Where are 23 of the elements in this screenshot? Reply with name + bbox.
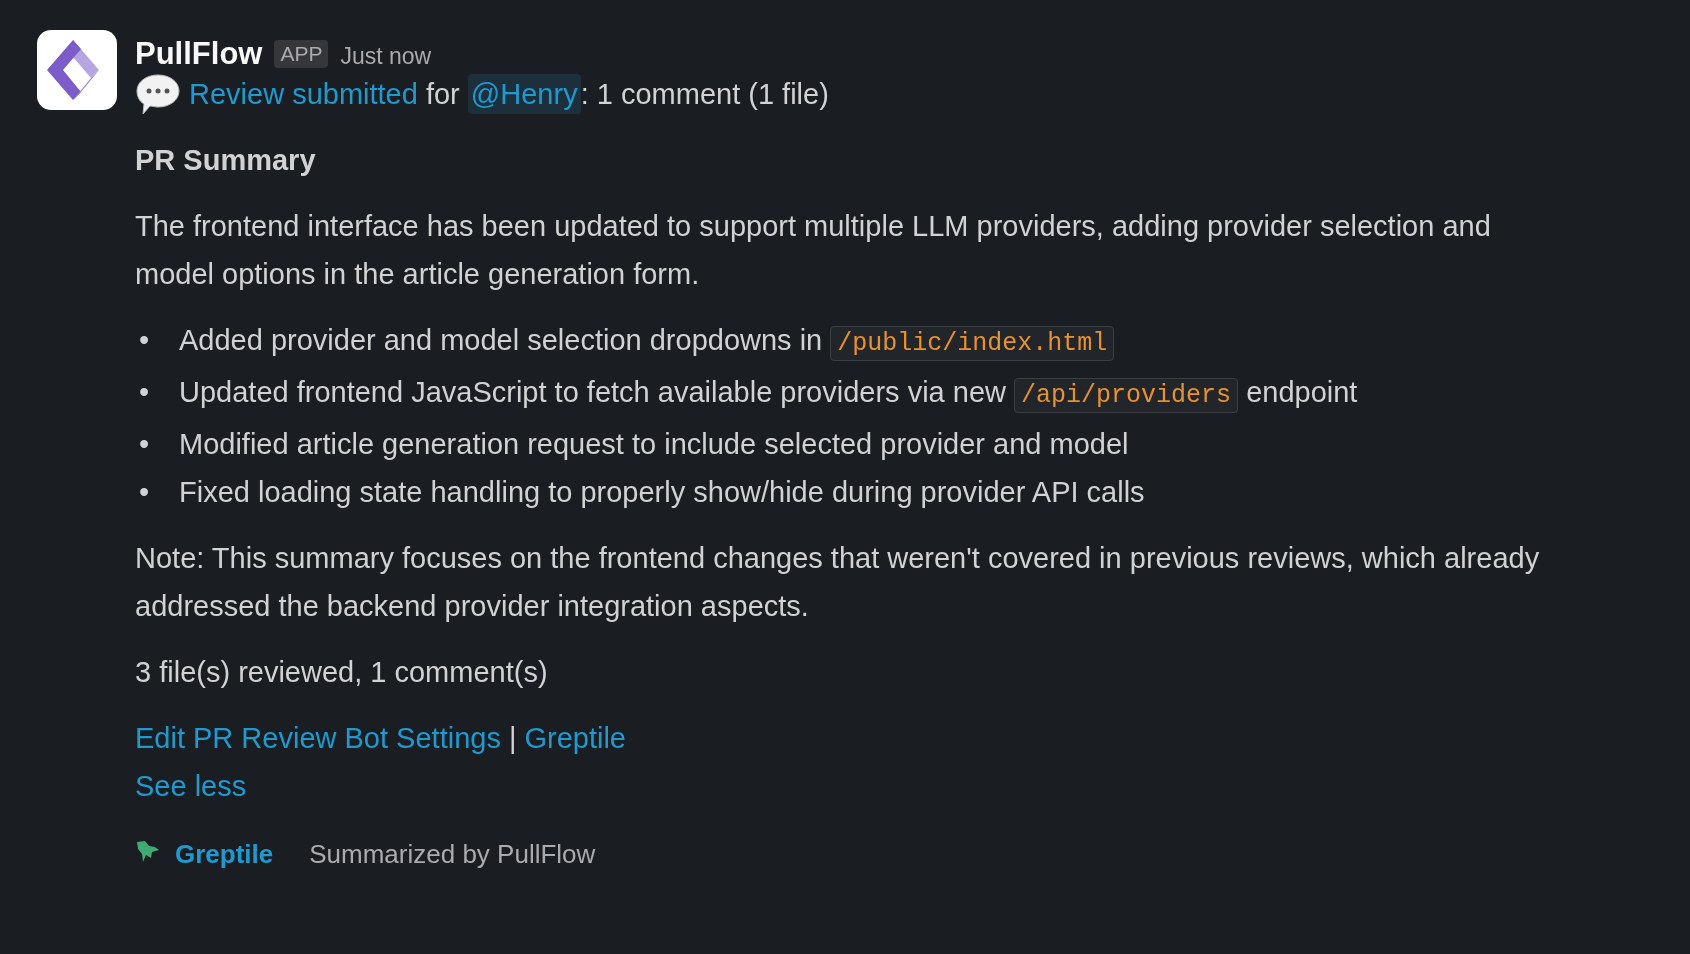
link[interactable]: Edit PR Review Bot Settings — [135, 714, 501, 762]
bullet-marker: • — [138, 375, 151, 410]
code-snippet: /api/providers — [1014, 378, 1239, 413]
review-stats: 3 file(s) reviewed, 1 comment(s) — [135, 655, 549, 690]
app-badge: APP — [274, 40, 329, 68]
bullet-text: Fixed loading state handling to properly show/hide during provider API calls — [179, 476, 1145, 508]
user-mention[interactable]: @Henry — [467, 74, 581, 114]
separator: | — [508, 721, 517, 756]
bullet-marker: • — [138, 427, 151, 462]
bullet-marker: • — [138, 475, 151, 510]
bullet-marker: • — [138, 323, 151, 358]
bullet-text: Modified article generation request to include selected provider and model — [179, 428, 1129, 460]
link[interactable]: Greptile — [524, 714, 626, 762]
summary-heading: PR Summary — [135, 143, 317, 178]
link[interactable]: Review submitted — [189, 78, 418, 110]
note-paragraph: Note: This summary focuses on the frontend changes that weren't covered in previous reviews, which already addressed the backend provider integration aspects. — [135, 541, 1541, 624]
see-less-link[interactable]: See less — [135, 762, 1555, 810]
app-logo[interactable] — [37, 30, 117, 110]
speech-bubble-icon — [135, 72, 181, 116]
attribution-text: Summarized by PullFlow — [309, 838, 596, 871]
summary-paragraph: The frontend interface has been updated to support multiple LLM providers, adding provider selection and model options in the article generation form. — [135, 209, 1492, 292]
app-link[interactable]: Greptile — [175, 830, 274, 878]
code-snippet: /public/index.html — [830, 326, 1115, 361]
